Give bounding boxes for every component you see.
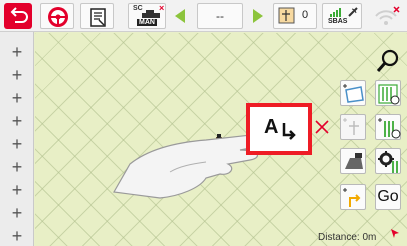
section-control-button[interactable]: SC MAN × xyxy=(128,3,166,29)
steering-button[interactable] xyxy=(40,3,74,29)
wifi-button[interactable] xyxy=(370,3,402,29)
triangle-left-icon xyxy=(175,9,185,23)
field-overview-button[interactable] xyxy=(375,80,401,106)
track-selector-value: -- xyxy=(216,9,224,23)
distance-text: Distance: 0m xyxy=(318,232,377,243)
close-icon xyxy=(315,120,329,134)
go-button[interactable]: Go xyxy=(375,184,401,210)
track-selector[interactable]: -- xyxy=(197,3,243,29)
zoom-button[interactable] xyxy=(375,48,401,74)
field-marker-icon xyxy=(278,7,295,24)
wifi-disabled-icon xyxy=(375,6,400,25)
field-area-button[interactable] xyxy=(340,148,366,174)
boundary-icon xyxy=(343,84,364,103)
delete-button[interactable] xyxy=(313,118,331,136)
guidance-settings-button[interactable] xyxy=(375,148,401,174)
gnss-status-button[interactable]: SBAS xyxy=(322,3,362,29)
sidebar-add-button[interactable]: + xyxy=(0,180,34,200)
signal-bars-icon xyxy=(330,8,341,17)
document-icon xyxy=(90,8,106,27)
add-obstacle-button[interactable] xyxy=(340,184,366,210)
sidebar-add-button[interactable]: + xyxy=(0,134,34,154)
left-sidebar: + + + + + + + + + xyxy=(0,32,34,246)
distance-status: Distance: 0m xyxy=(318,227,388,243)
gnss-label: SBAS xyxy=(328,18,348,25)
ab-line-button-highlight[interactable]: A xyxy=(246,103,312,155)
sidebar-add-button[interactable]: + xyxy=(0,226,34,246)
turn-arrow-icon xyxy=(343,188,361,207)
field-tracks-icon xyxy=(378,84,400,105)
counter-button[interactable]: 0 xyxy=(273,3,317,29)
gear-icon xyxy=(378,151,398,173)
back-button[interactable] xyxy=(4,3,32,29)
add-track-button[interactable] xyxy=(375,114,401,140)
a-arrow-icon: A xyxy=(264,116,296,140)
back-arrow-icon xyxy=(10,7,28,23)
top-toolbar: SC MAN × -- 0 SBAS xyxy=(0,0,407,42)
sidebar-add-button[interactable]: + xyxy=(0,157,34,177)
tracks-add-icon xyxy=(378,118,401,139)
field-area-icon xyxy=(345,153,363,169)
document-button[interactable] xyxy=(80,3,114,29)
close-icon: × xyxy=(159,3,165,13)
satellite-icon xyxy=(348,7,358,17)
sidebar-add-button[interactable]: + xyxy=(0,88,34,108)
sidebar-add-button[interactable]: + xyxy=(0,203,34,223)
navigation-arrow-icon xyxy=(391,229,399,238)
next-track-button[interactable] xyxy=(251,7,265,25)
counter-value: 0 xyxy=(302,9,309,21)
sidebar-add-button[interactable]: + xyxy=(0,42,34,62)
add-boundary-button[interactable] xyxy=(340,80,366,106)
field-marker-icon xyxy=(343,118,359,135)
triangle-right-icon xyxy=(253,9,263,23)
section-control-mode-label: MAN xyxy=(137,19,157,26)
previous-track-button[interactable] xyxy=(173,7,187,25)
sidebar-add-button[interactable]: + xyxy=(0,111,34,131)
add-marker-button[interactable] xyxy=(340,114,366,140)
magnifier-icon xyxy=(376,49,399,72)
steering-wheel-icon xyxy=(48,7,68,27)
go-label: Go xyxy=(377,188,399,205)
svg-text:A: A xyxy=(264,116,278,138)
sidebar-add-button[interactable]: + xyxy=(0,65,34,85)
